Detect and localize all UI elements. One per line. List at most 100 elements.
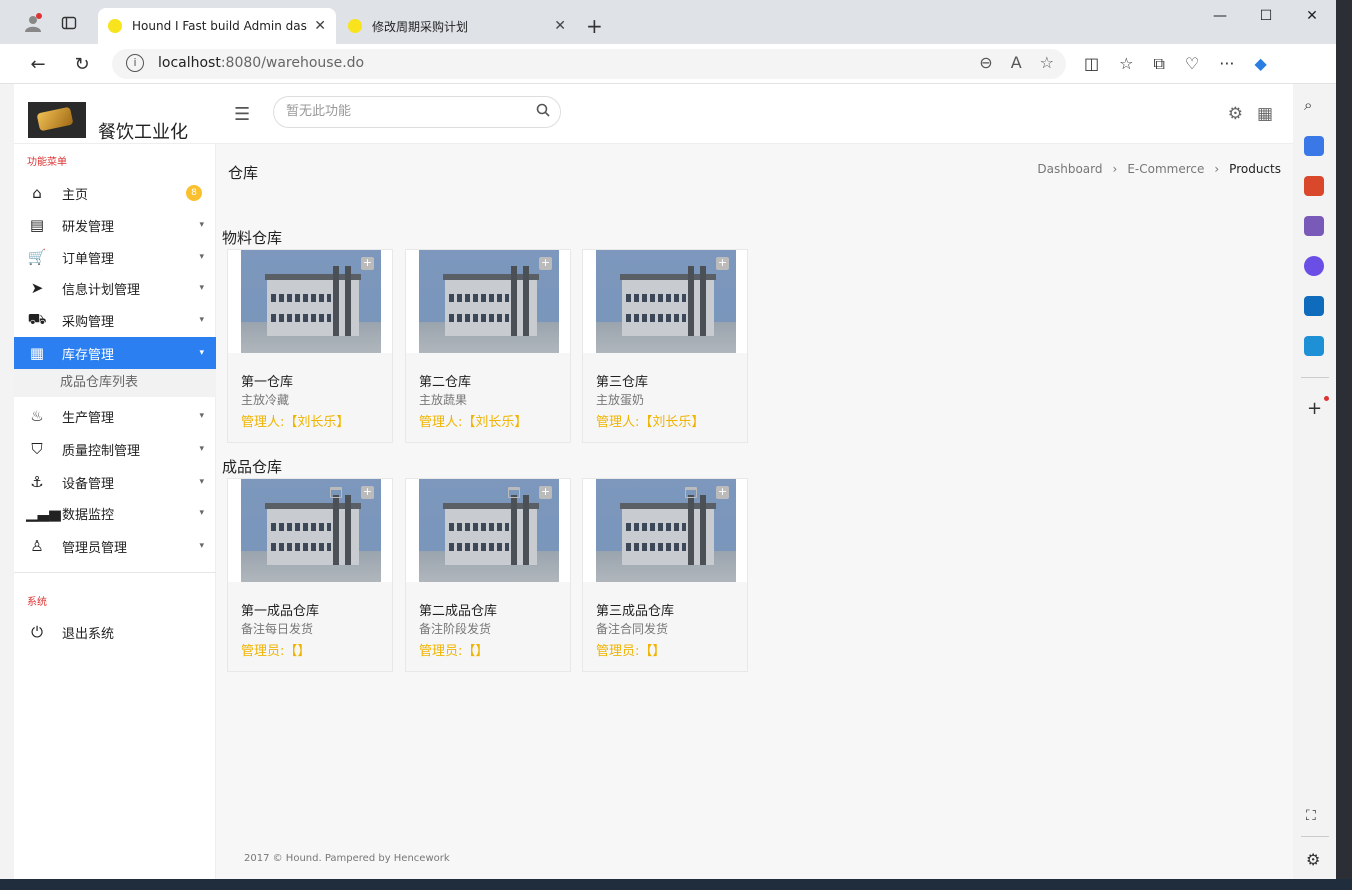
add-icon[interactable]: + xyxy=(716,257,729,270)
back-icon[interactable]: ← xyxy=(26,52,50,76)
tab-actions-icon[interactable] xyxy=(56,10,82,36)
add-icon[interactable]: + xyxy=(539,486,552,499)
sidebar-item-production[interactable]: ♨ 生产管理 ▾ xyxy=(14,400,216,432)
send-icon: ➤ xyxy=(30,279,44,297)
add-icon[interactable]: + xyxy=(1307,398,1322,419)
card-title: 第三仓库 xyxy=(596,375,649,390)
close-window-icon[interactable]: ✕ xyxy=(1289,8,1335,24)
warehouse-image xyxy=(596,250,736,353)
settings-gear-icon[interactable]: ⚙ xyxy=(1228,104,1243,124)
card-manager: 管理人:【刘长乐】 xyxy=(241,415,350,430)
breadcrumb-products: Products xyxy=(1229,162,1281,176)
add-icon[interactable]: + xyxy=(361,257,374,270)
more-icon[interactable]: ··· xyxy=(1219,54,1234,74)
new-tab-icon[interactable]: + xyxy=(586,14,603,38)
grid-icon: ▦ xyxy=(29,344,45,362)
favorite-star-icon[interactable]: ☆ xyxy=(1040,53,1054,72)
card-note: 备注阶段发货 xyxy=(419,622,492,636)
read-aloud-icon[interactable]: A xyxy=(1011,53,1022,72)
close-tab-icon[interactable]: ✕ xyxy=(554,18,566,34)
add-icon[interactable]: + xyxy=(716,486,729,499)
settings-icon[interactable]: ⚙ xyxy=(1306,850,1320,869)
site-info-icon[interactable]: i xyxy=(126,54,144,72)
card-title: 第二成品仓库 xyxy=(419,604,498,619)
zoom-out-icon[interactable]: ⊖ xyxy=(979,53,992,72)
split-screen-icon[interactable]: ◫ xyxy=(1084,54,1099,74)
sidebar-subitem-warehouse-list[interactable]: 成品仓库列表 xyxy=(14,369,216,397)
sidebar-item-inventory[interactable]: ▦ 库存管理 ▾ xyxy=(14,337,216,369)
chevron-down-icon: ▾ xyxy=(199,541,204,551)
url-text[interactable]: localhost:8080/warehouse.do xyxy=(158,55,364,71)
sidebar-item-home[interactable]: ⌂ 主页 8 xyxy=(14,177,216,209)
calendar-icon[interactable] xyxy=(508,487,520,498)
warehouse-card[interactable]: + 第二仓库 主放蔬果 管理人:【刘长乐】 xyxy=(405,249,571,443)
sidebar-item-purchase[interactable]: ⛟ 采购管理 ▾ xyxy=(14,304,216,336)
favorites-icon[interactable]: ☆ xyxy=(1119,54,1133,74)
section-title-menu: 功能菜单 xyxy=(27,157,67,168)
chevron-down-icon: ▾ xyxy=(199,220,204,230)
apps-grid-icon[interactable]: ▦ xyxy=(1257,104,1273,124)
sidebar-item-plans[interactable]: ➤ 信息计划管理 ▾ xyxy=(14,272,216,304)
sidebar-item-orders[interactable]: 🛒 订单管理 ▾ xyxy=(14,241,216,273)
copilot-icon[interactable]: ◆ xyxy=(1255,54,1267,74)
add-icon[interactable]: + xyxy=(539,257,552,270)
search-box xyxy=(273,96,561,128)
card-title: 第一仓库 xyxy=(241,375,294,390)
maximize-icon[interactable]: ☐ xyxy=(1243,8,1289,24)
card-manager: 管理人:【刘长乐】 xyxy=(596,415,705,430)
card-manager: 管理人:【刘长乐】 xyxy=(419,415,528,430)
signal-icon: ▁▃▅ xyxy=(26,504,61,522)
search-icon[interactable]: ⌕ xyxy=(1304,96,1324,116)
logo[interactable] xyxy=(28,102,86,138)
calendar-icon[interactable] xyxy=(330,487,342,498)
sidebar-item-admin[interactable]: ♙ 管理员管理 ▾ xyxy=(14,530,216,562)
edge-sidebar: ⌕ + ⛶ ⚙ xyxy=(1296,84,1336,885)
notification-badge: 8 xyxy=(186,185,202,201)
screenshot-icon[interactable]: ⛶ xyxy=(1306,808,1316,824)
warehouse-card[interactable]: + 第三成品仓库 备注合同发货 管理员:【】 xyxy=(582,478,748,672)
calendar-icon[interactable] xyxy=(685,487,697,498)
favicon-icon xyxy=(108,19,122,33)
page-title: 仓库 xyxy=(228,164,259,182)
search-input[interactable] xyxy=(286,104,526,119)
url-field[interactable]: i localhost:8080/warehouse.do ⊖ A ☆ xyxy=(112,49,1066,79)
group-title-finished: 成品仓库 xyxy=(222,458,283,476)
close-tab-icon[interactable]: ✕ xyxy=(314,18,326,34)
background-window xyxy=(1336,0,1352,890)
search-icon[interactable] xyxy=(536,103,550,117)
browser-window: Hound I Fast build Admin dashbo ✕ 修改周期采购… xyxy=(0,0,1336,885)
add-icon[interactable]: + xyxy=(361,486,374,499)
breadcrumb-dashboard[interactable]: Dashboard xyxy=(1037,162,1102,176)
profile-icon[interactable] xyxy=(20,10,46,36)
notification-dot xyxy=(1324,396,1329,401)
warehouse-card[interactable]: + 第一仓库 主放冷藏 管理人:【刘长乐】 xyxy=(227,249,393,443)
warehouse-image xyxy=(419,250,559,353)
sidebar-item-quality[interactable]: ⛉ 质量控制管理 ▾ xyxy=(14,433,216,465)
warehouse-image xyxy=(596,479,736,582)
sidebar-item-rnd[interactable]: ▤ 研发管理 ▾ xyxy=(14,209,216,241)
send-icon[interactable] xyxy=(1304,336,1324,356)
breadcrumb-ecommerce[interactable]: E-Commerce xyxy=(1127,162,1204,176)
user-icon: ♙ xyxy=(30,537,44,555)
tab-hound[interactable]: Hound I Fast build Admin dashbo ✕ xyxy=(98,8,336,44)
warehouse-card[interactable]: + 第三仓库 主放蛋奶 管理人:【刘长乐】 xyxy=(582,249,748,443)
tools-icon[interactable] xyxy=(1304,176,1324,196)
tab-purchase-plan[interactable]: 修改周期采购计划 ✕ xyxy=(338,8,576,44)
footer-text: 2017 © Hound. Pampered by Hencework xyxy=(244,853,450,864)
warehouse-card[interactable]: + 第一成品仓库 备注每日发货 管理员:【】 xyxy=(227,478,393,672)
browser-essentials-icon[interactable]: ♡ xyxy=(1185,54,1199,74)
card-note: 备注合同发货 xyxy=(596,622,669,636)
outlook-icon[interactable] xyxy=(1304,296,1324,316)
microsoft365-icon[interactable] xyxy=(1304,256,1324,276)
sidebar-item-logout[interactable]: ⏻ 退出系统 xyxy=(14,616,216,648)
games-icon[interactable] xyxy=(1304,216,1324,236)
minimize-icon[interactable]: — xyxy=(1197,8,1243,24)
chevron-down-icon: ▾ xyxy=(199,411,204,421)
warehouse-card[interactable]: + 第二成品仓库 备注阶段发货 管理员:【】 xyxy=(405,478,571,672)
collections-icon[interactable]: ⧉ xyxy=(1153,54,1164,74)
shopping-icon[interactable] xyxy=(1304,136,1324,156)
hamburger-menu-icon[interactable]: ☰ xyxy=(234,104,250,125)
refresh-icon[interactable]: ↻ xyxy=(70,52,94,76)
sidebar-item-monitoring[interactable]: ▁▃▅ 数据监控 ▾ xyxy=(14,497,216,529)
sidebar-item-equipment[interactable]: ⚓ 设备管理 ▾ xyxy=(14,466,216,498)
